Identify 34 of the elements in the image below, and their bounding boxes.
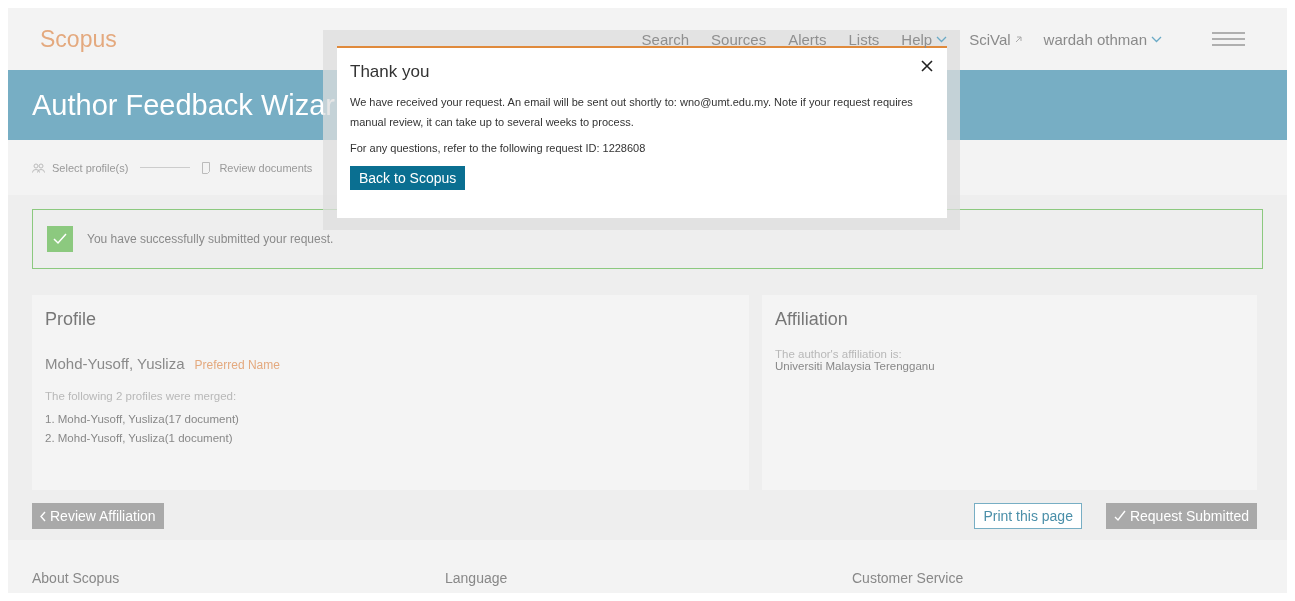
back-to-scopus-button[interactable]: Back to Scopus [350,166,466,190]
affiliation-label: The author's affiliation is: [775,348,903,360]
dialog-message: We have received your request. An email will be sent out shortly to: wno@umt.edu.my. Note if your request requires manual review, it can take up to several weeks to process. [350,95,914,130]
dialog-title: Thank you [350,62,430,82]
merge-note: The following 2 profiles were merged: [45,390,238,402]
nav-link[interactable]: Search [641,30,690,48]
card-heading: Profile [45,309,98,330]
document-icon [202,161,213,174]
affiliation-value: Universiti Malaysia Terengganu [775,360,936,372]
check-icon [1113,510,1126,522]
dialog-message: For any questions, refer to the following request ID: 1228608 [350,141,647,156]
footer-heading: About Scopus [32,570,121,588]
preferred-name-label: Preferred Name [194,358,280,372]
card-heading: Affiliation [775,309,849,330]
nav-link[interactable]: wardah othman [1043,30,1162,48]
nav-link[interactable]: Alerts [788,30,827,48]
merged-profile: 2. Mohd-Yusoff, Yusliza(1 document) [45,431,234,446]
chevron-down-icon [1151,35,1162,43]
nav-link[interactable]: Sources [711,30,767,48]
author-name: Mohd-Yusoff, Yusliza [45,355,185,372]
merged-profile: 1. Mohd-Yusoff, Yusliza(17 document) [45,412,240,427]
step-label: Review documents [219,161,313,174]
step-label: Select profile(s) [52,161,129,174]
external-link-icon [1014,35,1022,43]
alert-message: You have successfully submitted your request. [87,232,334,246]
people-icon [32,162,45,173]
footer-heading: Customer Service [852,570,964,588]
nav-link[interactable]: Lists [848,30,880,48]
check-icon [47,226,73,252]
chevron-left-icon [40,510,46,522]
nav-link[interactable]: SciVal [969,30,1022,48]
print-button[interactable]: Print this page [974,503,1082,529]
logo[interactable]: Scopus [40,25,117,53]
footer-heading: Language [445,570,509,588]
